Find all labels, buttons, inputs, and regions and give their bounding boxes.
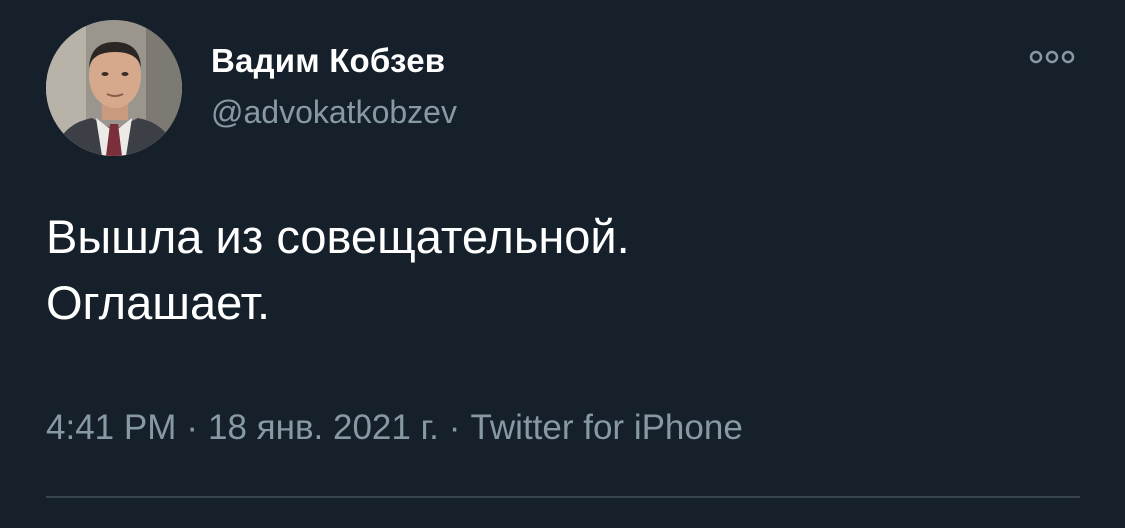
meta-separator: ·: [186, 408, 199, 447]
tweet-source-link[interactable]: Twitter for iPhone: [470, 408, 742, 447]
meta-separator: ·: [448, 408, 461, 447]
more-options-button[interactable]: [1026, 44, 1078, 70]
tweet-card: Вадим Кобзев @advokatkobzev Вышла из сов…: [0, 0, 1125, 528]
profile-photo-icon: [46, 20, 182, 156]
tweet-date[interactable]: 18 янв. 2021 г.: [208, 408, 439, 447]
divider: [46, 496, 1080, 498]
author-handle[interactable]: @advokatkobzev: [211, 94, 457, 131]
tweet-text-line: Вышла из совещательной.: [46, 210, 630, 263]
avatar[interactable]: [46, 20, 182, 156]
more-options-icon: [1029, 50, 1075, 64]
tweet-time[interactable]: 4:41 PM: [46, 408, 176, 447]
author-name[interactable]: Вадим Кобзев: [211, 42, 445, 80]
tweet-text: Вышла из совещательной. Оглашает.: [46, 204, 1076, 336]
tweet-text-line: Оглашает.: [46, 276, 271, 329]
tweet-meta: 4:41 PM · 18 янв. 2021 г. · Twitter for iPho…: [46, 408, 743, 448]
